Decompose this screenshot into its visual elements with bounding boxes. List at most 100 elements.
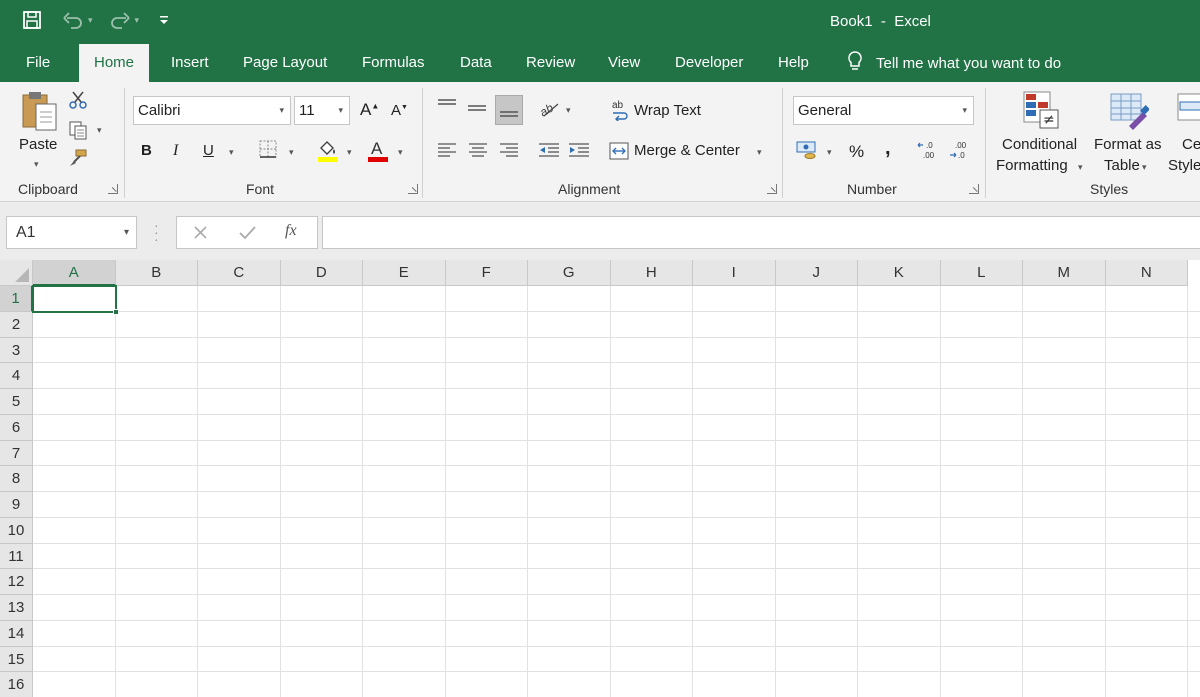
borders-dropdown-icon[interactable]: ▾ [289,147,294,158]
customize-qat-icon[interactable] [159,14,169,26]
paste-dropdown-icon[interactable]: ▾ [34,159,39,170]
row-header-12[interactable]: 12 [0,569,33,595]
undo-icon[interactable] [62,11,84,29]
align-left-icon[interactable] [437,142,457,158]
align-right-icon[interactable] [499,142,519,158]
row-header-4[interactable]: 4 [0,363,33,389]
underline-button[interactable]: U [203,142,214,159]
column-header-e[interactable]: E [363,260,446,286]
column-header-c[interactable]: C [198,260,281,286]
save-icon[interactable] [22,10,42,30]
row-header-10[interactable]: 10 [0,517,33,544]
wrap-text-button[interactable]: Wrap Text [634,102,701,119]
merge-center-dropdown-icon[interactable]: ▾ [757,147,762,158]
row-header-9[interactable]: 9 [0,492,33,518]
merge-center-icon[interactable] [609,141,629,161]
tab-formulas[interactable]: Formulas [362,44,425,82]
column-header-f[interactable]: F [445,260,528,286]
formula-input[interactable] [322,216,1200,249]
column-header-n[interactable]: N [1105,260,1188,286]
column-header-m[interactable]: M [1023,260,1106,286]
number-format-box[interactable]: General ▾ [793,96,974,125]
column-header-d[interactable]: D [280,260,363,286]
redo-icon[interactable] [109,11,131,29]
enter-check-icon[interactable] [239,225,256,240]
format-as-table-dropdown-icon[interactable]: ▾ [1142,162,1147,173]
row-header-5[interactable]: 5 [0,389,33,415]
decrease-font-size-icon[interactable]: A▼ [391,102,408,119]
column-header-h[interactable]: H [610,260,693,286]
font-size-box[interactable]: 11 ▾ [294,96,350,125]
tab-help[interactable]: Help [778,44,809,82]
conditional-formatting-dropdown-icon[interactable]: ▾ [1078,162,1083,173]
row-header-15[interactable]: 15 [0,646,33,673]
row-header-16[interactable]: 16 [0,672,33,697]
conditional-formatting-icon[interactable]: ≠ [1022,90,1062,132]
accounting-format-icon[interactable] [796,140,818,160]
format-as-table-icon[interactable] [1109,90,1149,132]
row-header-1[interactable]: 1 [0,286,33,312]
row-header-11[interactable]: 11 [0,543,33,570]
comma-style-button[interactable]: , [885,137,891,160]
increase-indent-icon[interactable] [568,142,590,158]
row-header-3[interactable]: 3 [0,337,33,364]
tab-page-layout[interactable]: Page Layout [243,44,327,82]
tab-insert[interactable]: Insert [171,44,209,82]
font-name-box[interactable]: Calibri ▾ [133,96,291,125]
redo-dropdown-icon[interactable]: ▾ [135,15,140,26]
row-header-14[interactable]: 14 [0,620,33,647]
fill-color-dropdown-icon[interactable]: ▾ [347,147,352,158]
row-header-2[interactable]: 2 [0,311,33,338]
column-header-g[interactable]: G [528,260,611,286]
accounting-dropdown-icon[interactable]: ▾ [827,147,832,158]
font-color-dropdown-icon[interactable]: ▾ [398,147,403,158]
column-header-l[interactable]: L [940,260,1023,286]
underline-dropdown-icon[interactable]: ▾ [229,147,234,158]
fill-handle[interactable] [113,309,119,315]
font-color-icon[interactable]: A [367,138,389,162]
cut-icon[interactable] [68,90,88,110]
increase-font-size-icon[interactable]: A▲ [360,100,379,120]
bottom-align-icon[interactable] [495,95,523,125]
conditional-formatting-label-1[interactable]: Conditional [1002,136,1077,153]
orientation-dropdown-icon[interactable]: ▾ [566,105,571,116]
cell-styles-label-2[interactable]: Styles [1168,157,1200,174]
row-header-13[interactable]: 13 [0,595,33,621]
tab-view[interactable]: View [608,44,640,82]
active-cell[interactable] [32,285,119,315]
font-launcher-icon[interactable] [408,184,418,194]
number-launcher-icon[interactable] [969,184,979,194]
cancel-icon[interactable] [193,225,208,240]
conditional-formatting-label-2[interactable]: Formatting [996,157,1068,174]
column-header-a[interactable]: A [33,260,116,286]
cells-area[interactable] [33,286,1200,697]
format-as-table-label-2[interactable]: Table [1104,157,1140,174]
decrease-decimal-icon[interactable]: .00.0 [949,140,971,160]
merge-center-button[interactable]: Merge & Center [634,142,740,159]
paste-icon[interactable] [20,90,58,132]
alignment-launcher-icon[interactable] [767,184,777,194]
borders-icon[interactable] [259,140,277,158]
cell-styles-icon[interactable] [1176,90,1200,132]
tell-me-search[interactable]: Tell me what you want to do [846,44,1061,82]
orientation-icon[interactable]: ab [538,98,560,118]
row-header-8[interactable]: 8 [0,466,33,492]
formula-bar-resize-handle[interactable]: · · · [154,218,159,246]
wrap-text-icon[interactable]: ab [611,99,629,121]
row-header-6[interactable]: 6 [0,414,33,441]
insert-function-button[interactable]: fx [285,222,297,240]
column-header-j[interactable]: J [775,260,858,286]
top-align-icon[interactable] [437,98,457,114]
tab-data[interactable]: Data [460,44,492,82]
clipboard-launcher-icon[interactable] [108,184,118,194]
align-center-icon[interactable] [468,142,488,158]
column-header-i[interactable]: I [693,260,776,286]
copy-dropdown-icon[interactable]: ▾ [97,125,102,136]
paste-button[interactable]: Paste [19,136,57,153]
percent-style-button[interactable]: % [849,142,864,162]
decrease-indent-icon[interactable] [538,142,560,158]
tab-review[interactable]: Review [526,44,575,82]
copy-icon[interactable] [68,120,88,140]
middle-align-icon[interactable] [467,102,487,118]
tab-file[interactable]: File [26,44,50,82]
